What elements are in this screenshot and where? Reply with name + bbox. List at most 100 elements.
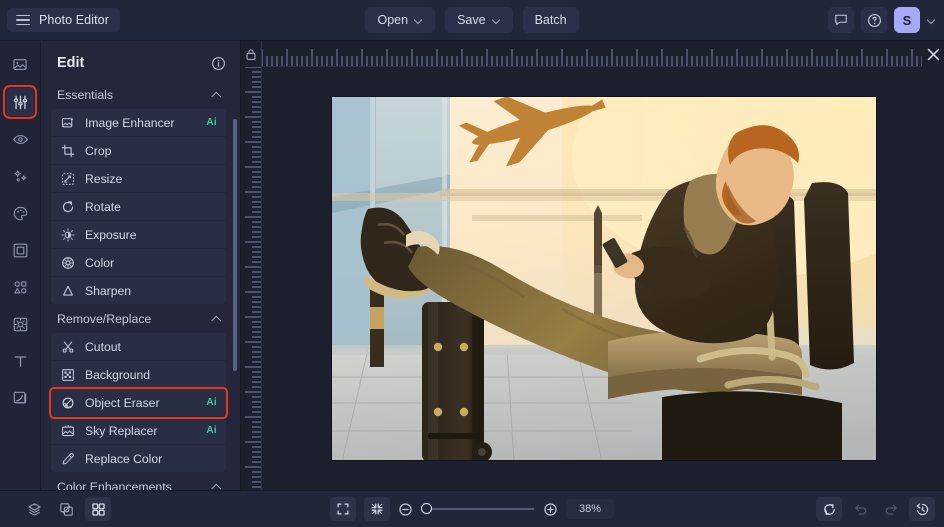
menu-item-crop[interactable]: Crop bbox=[51, 137, 226, 165]
palette-icon bbox=[12, 205, 29, 222]
menu-item-label: Background bbox=[85, 368, 150, 382]
open-button[interactable]: Open bbox=[365, 7, 435, 33]
shapes-icon bbox=[12, 279, 29, 296]
zoom-slider-knob[interactable] bbox=[421, 503, 432, 514]
canvas-stage[interactable] bbox=[262, 67, 944, 490]
panel-scrollbar[interactable] bbox=[233, 119, 237, 371]
menu-item-label: Crop bbox=[85, 144, 111, 158]
edited-photo bbox=[332, 97, 877, 461]
edit-panel: Edit Essentials bbox=[41, 41, 241, 490]
menu-item-label: Sharpen bbox=[85, 284, 131, 298]
menu-item-exposure[interactable]: Exposure bbox=[51, 221, 226, 249]
chevron-up-icon bbox=[212, 314, 222, 324]
undo-icon bbox=[853, 502, 868, 517]
edit-panel-header: Edit bbox=[41, 41, 240, 81]
close-canvas-button[interactable] bbox=[922, 41, 944, 67]
zoom-level-field[interactable]: 38% bbox=[566, 499, 614, 519]
group-header-remove-replace[interactable]: Remove/Replace bbox=[41, 305, 232, 333]
grid-button[interactable] bbox=[85, 497, 111, 521]
page-title: Edit bbox=[57, 55, 84, 71]
open-label: Open bbox=[377, 13, 408, 27]
reset-button[interactable] bbox=[816, 497, 842, 521]
help-button[interactable] bbox=[861, 7, 887, 33]
history-button[interactable] bbox=[909, 497, 935, 521]
batch-button[interactable]: Batch bbox=[523, 7, 579, 33]
color-wheel-icon bbox=[60, 255, 75, 270]
info-button[interactable] bbox=[211, 56, 226, 71]
rail-item-image[interactable] bbox=[6, 51, 34, 79]
menu-item-background[interactable]: Background bbox=[51, 361, 226, 389]
rail-item-text[interactable] bbox=[6, 347, 34, 375]
menu-item-label: Exposure bbox=[85, 228, 137, 242]
frame-icon bbox=[12, 242, 29, 259]
ruler-lock-button[interactable] bbox=[241, 41, 262, 67]
zoom-slider[interactable] bbox=[398, 502, 558, 517]
exposure-icon bbox=[60, 227, 75, 242]
avatar[interactable]: S bbox=[894, 7, 920, 33]
group-header-color-enhancements[interactable]: Color Enhancements bbox=[41, 473, 232, 490]
undo-button[interactable] bbox=[847, 497, 873, 521]
group-label: Color Enhancements bbox=[57, 480, 172, 490]
chevron-down-icon[interactable] bbox=[927, 16, 936, 25]
menu-item-cutout[interactable]: Cutout bbox=[51, 333, 226, 361]
rail-item-adjustments[interactable] bbox=[6, 88, 34, 116]
rotate-icon bbox=[60, 199, 75, 214]
fit-to-screen-button[interactable] bbox=[330, 497, 356, 521]
compare-icon bbox=[59, 502, 74, 517]
zoom-in-button[interactable] bbox=[543, 502, 558, 517]
eye-icon bbox=[12, 131, 29, 148]
info-circle-icon bbox=[211, 56, 226, 71]
layers-icon bbox=[27, 502, 42, 517]
rail-item-color[interactable] bbox=[6, 199, 34, 227]
zoom-slider-track[interactable] bbox=[422, 508, 534, 510]
horizontal-ruler[interactable] bbox=[262, 41, 922, 67]
feedback-button[interactable] bbox=[828, 7, 854, 33]
ruler-ticks-horizontal bbox=[262, 41, 922, 67]
rail-item-effects[interactable] bbox=[6, 162, 34, 190]
ruler-ticks-vertical bbox=[241, 67, 262, 490]
canvas-image[interactable] bbox=[331, 96, 877, 461]
lock-icon bbox=[245, 48, 257, 61]
scissors-icon bbox=[60, 339, 75, 354]
zoom-out-icon bbox=[398, 502, 413, 517]
save-button[interactable]: Save bbox=[445, 7, 513, 33]
redo-button[interactable] bbox=[878, 497, 904, 521]
sticker-icon bbox=[12, 316, 29, 333]
group-header-essentials[interactable]: Essentials bbox=[41, 81, 232, 109]
sparkles-icon bbox=[12, 168, 29, 185]
menu-item-image-enhancer[interactable]: Image Enhancer Ai bbox=[51, 109, 226, 137]
image-enhance-icon bbox=[60, 115, 75, 130]
menu-item-resize[interactable]: Resize bbox=[51, 165, 226, 193]
image-icon bbox=[12, 57, 28, 73]
rail-item-frame[interactable] bbox=[6, 236, 34, 264]
menu-item-color[interactable]: Color bbox=[51, 249, 226, 277]
ai-badge: Ai bbox=[206, 117, 217, 128]
layers-button[interactable] bbox=[21, 497, 47, 521]
menu-remove-replace: Cutout B bbox=[41, 333, 232, 473]
crop-icon bbox=[60, 143, 75, 158]
menu-item-sharpen[interactable]: Sharpen bbox=[51, 277, 226, 305]
zoom-out-button[interactable] bbox=[398, 502, 413, 517]
chevron-up-icon bbox=[212, 482, 222, 490]
rail-item-shapes[interactable] bbox=[6, 273, 34, 301]
actual-size-button[interactable] bbox=[364, 497, 390, 521]
compare-button[interactable] bbox=[53, 497, 79, 521]
ai-badge: Ai bbox=[206, 425, 217, 436]
top-right-actions: S bbox=[828, 7, 936, 33]
menu-item-rotate[interactable]: Rotate bbox=[51, 193, 226, 221]
rail-item-sticker[interactable] bbox=[6, 310, 34, 338]
menu-item-replace-color[interactable]: Replace Color bbox=[51, 445, 226, 473]
comment-icon bbox=[834, 13, 848, 27]
menu-item-label: Rotate bbox=[85, 200, 121, 214]
group-label: Remove/Replace bbox=[57, 312, 151, 326]
menu-item-label: Resize bbox=[85, 172, 122, 186]
grid-icon bbox=[91, 502, 106, 517]
close-x-icon bbox=[927, 48, 940, 61]
menu-item-object-eraser[interactable]: Object Eraser Ai bbox=[51, 389, 226, 417]
bottom-left-tools bbox=[21, 497, 111, 521]
vertical-ruler[interactable] bbox=[241, 67, 262, 490]
rail-item-overlay[interactable] bbox=[6, 384, 34, 412]
rail-item-retouch[interactable] bbox=[6, 125, 34, 153]
top-toolbar: Photo Editor Open Save Batch bbox=[0, 0, 944, 41]
menu-item-sky-replacer[interactable]: Sky Replacer Ai bbox=[51, 417, 226, 445]
